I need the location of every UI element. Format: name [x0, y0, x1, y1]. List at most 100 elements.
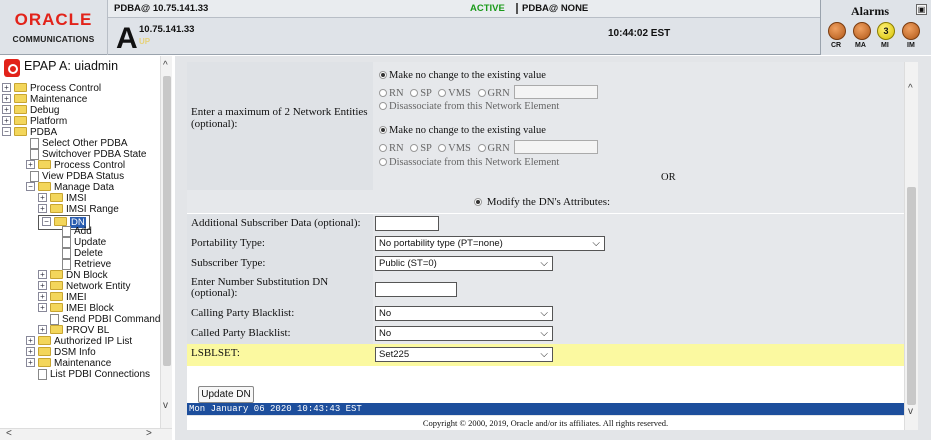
left-nav-tree: EPAP A: uiadmin + Process Control + Mainte… [0, 56, 172, 440]
scroll-up-icon[interactable]: ^ [908, 84, 913, 94]
portability-select[interactable]: No portability type (PT=none) ⌵ [375, 236, 605, 251]
nav-item-authorized-ip-list[interactable]: + Authorized IP List [26, 336, 132, 347]
alarm-ma-label: MA [855, 42, 866, 49]
additional-data-cell [373, 214, 904, 234]
nav-item-pdba[interactable]: − PDBA [2, 127, 57, 138]
alarm-im-indicator[interactable] [902, 22, 920, 40]
network-entity-options: Make no change to the existing value RN … [373, 62, 904, 190]
nav-item-dn-retrieve[interactable]: Retrieve [62, 259, 111, 270]
expand-icon[interactable]: + [2, 83, 11, 92]
expand-icon[interactable]: + [2, 116, 11, 125]
scroll-down-icon[interactable]: v [908, 407, 913, 417]
ne1-rn-radio[interactable] [379, 89, 387, 97]
update-dn-button[interactable]: Update DN [198, 386, 254, 403]
nav-item-dn-delete[interactable]: Delete [62, 248, 103, 259]
nav-item-debug[interactable]: + Debug [2, 105, 59, 116]
expand-icon[interactable]: + [38, 292, 47, 301]
ne2-sp-radio[interactable] [410, 144, 419, 152]
oracle-logo: ORACLE COMMUNICATIONS [0, 0, 108, 55]
nav-item-pdba-process-control[interactable]: + Process Control [26, 160, 125, 171]
expand-icon[interactable]: + [2, 105, 11, 114]
nav-vertical-scrollbar[interactable]: ^ v [160, 56, 172, 428]
nav-item-pdba-maintenance[interactable]: + Maintenance [26, 358, 111, 369]
ne2-rn-radio[interactable] [379, 144, 387, 152]
ne2-nochange-option[interactable]: Make no change to the existing value [379, 125, 546, 136]
folder-icon [38, 336, 51, 345]
scroll-left-icon[interactable]: < [6, 429, 12, 439]
ne2-vms-radio[interactable] [438, 144, 447, 152]
called-select[interactable]: No ⌵ [375, 326, 553, 341]
scroll-up-icon[interactable]: ^ [163, 61, 168, 71]
additional-data-input[interactable] [375, 216, 439, 231]
content-scroll-thumb[interactable] [907, 187, 916, 405]
subscriber-cell: Public (ST=0) ⌵ [373, 254, 904, 274]
status-strip: PDBA@ 10.75.141.33 ACTIVE PDBA@ NONE [108, 0, 820, 18]
nsdn-input[interactable] [375, 282, 457, 297]
nav-item-send-pdbi-command[interactable]: Send PDBI Command [50, 314, 160, 325]
scroll-down-icon[interactable]: v [163, 401, 168, 411]
collapse-icon[interactable]: − [26, 182, 35, 191]
nav-item-platform[interactable]: + Platform [2, 116, 67, 127]
nav-item-imei-block[interactable]: + IMEI Block [38, 303, 114, 314]
expand-icon[interactable]: + [38, 281, 47, 290]
ne1-disassociate-option[interactable]: Disassociate from this Network Element [379, 101, 559, 112]
subscriber-select[interactable]: Public (ST=0) ⌵ [375, 256, 553, 271]
nav-item-list-pdbi-connections[interactable]: List PDBI Connections [38, 369, 150, 380]
ne1-grn-radio[interactable] [477, 89, 486, 97]
expand-icon[interactable]: + [38, 193, 47, 202]
nav-horizontal-scrollbar[interactable]: < > [0, 428, 172, 440]
nav-item-imsi[interactable]: + IMSI [38, 193, 87, 204]
alarm-ma-indicator[interactable] [853, 22, 871, 40]
content-scrollbar[interactable]: ^ v [904, 62, 918, 430]
nav-item-prov-bl[interactable]: + PROV BL [38, 325, 109, 336]
server-ip: 10.75.141.33 [139, 24, 195, 35]
alarm-cr-indicator[interactable] [828, 22, 846, 40]
expand-icon[interactable]: + [38, 204, 47, 213]
expand-icon[interactable]: + [2, 94, 11, 103]
nav-item-dn-add[interactable]: Add [62, 226, 92, 237]
nav-item-imsi-range[interactable]: + IMSI Range [38, 204, 119, 215]
expand-icon[interactable]: + [26, 347, 35, 356]
modify-attributes-option[interactable]: Modify the DN's Attributes: [474, 196, 610, 208]
expand-icon[interactable]: + [26, 358, 35, 367]
nav-item-view-pdba-status[interactable]: View PDBA Status [30, 171, 124, 182]
ne2-value-input[interactable] [514, 140, 599, 154]
nav-item-maintenance[interactable]: + Maintenance [2, 94, 87, 105]
nav-item-switchover-pdba-state[interactable]: Switchover PDBA State [30, 149, 147, 160]
top-header: ORACLE COMMUNICATIONS PDBA@ 10.75.141.33… [0, 0, 931, 55]
nav-scroll-thumb[interactable] [163, 76, 171, 366]
folder-icon [38, 347, 51, 356]
calling-select[interactable]: No ⌵ [375, 306, 553, 321]
ne2-disassociate-option[interactable]: Disassociate from this Network Element [379, 157, 559, 168]
nav-item-dn-block[interactable]: + DN Block [38, 270, 108, 281]
ne1-nochange-option[interactable]: Make no change to the existing value [379, 70, 546, 81]
ne1-vms-radio[interactable] [438, 89, 447, 97]
folder-icon [50, 325, 63, 334]
expand-icon[interactable]: + [38, 325, 47, 334]
nav-item-dsm-info[interactable]: + DSM Info [26, 347, 96, 358]
lsblset-select[interactable]: Set225 ⌵ [375, 347, 553, 362]
radio-icon [379, 158, 387, 166]
calling-row: Calling Party Blacklist: No ⌵ [187, 304, 904, 324]
additional-data-label: Additional Subscriber Data (optional): [187, 214, 373, 234]
scroll-right-icon[interactable]: > [146, 429, 152, 439]
folder-icon [50, 281, 63, 290]
ne1-value-input[interactable] [514, 85, 599, 99]
nav-item-network-entity[interactable]: + Network Entity [38, 281, 130, 292]
nav-item-imei[interactable]: + IMEI [38, 292, 87, 303]
folder-icon [50, 303, 63, 312]
expand-icon[interactable]: + [26, 336, 35, 345]
expand-icon[interactable]: + [38, 303, 47, 312]
alarms-toggle-button[interactable]: ▣ [916, 4, 927, 15]
collapse-icon[interactable]: − [2, 127, 11, 136]
nav-item-dn-update[interactable]: Update [62, 237, 106, 248]
ne2-grn-radio[interactable] [477, 144, 486, 152]
expand-icon[interactable]: + [26, 160, 35, 169]
alarm-mi-indicator[interactable]: 3 [877, 22, 895, 40]
collapse-icon[interactable]: − [42, 217, 51, 226]
expand-icon[interactable]: + [38, 270, 47, 279]
nav-item-manage-data[interactable]: − Manage Data [26, 182, 114, 193]
nav-item-select-other-pdba[interactable]: Select Other PDBA [30, 138, 128, 149]
nav-item-process-control[interactable]: + Process Control [2, 83, 101, 94]
ne1-sp-radio[interactable] [410, 89, 419, 97]
